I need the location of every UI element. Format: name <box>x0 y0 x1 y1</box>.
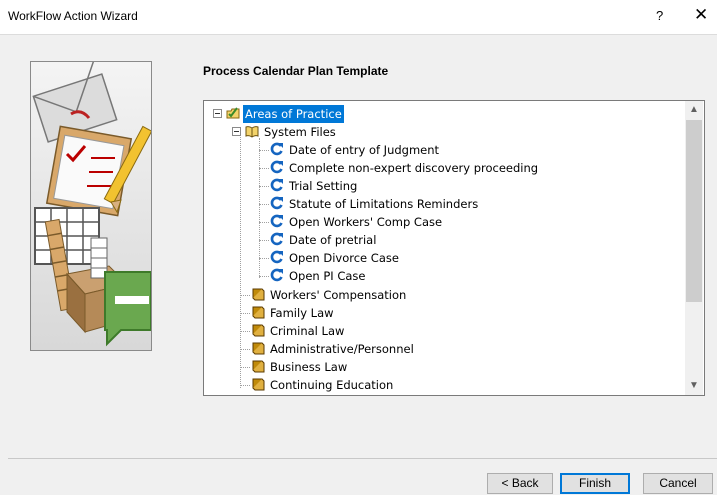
tree-node-label: Open PI Case <box>289 269 366 283</box>
tree-line <box>240 349 250 350</box>
finish-button[interactable]: Finish <box>560 473 630 494</box>
tree-node-plan[interactable]: Open Divorce Case <box>270 249 401 267</box>
scroll-up-arrow-icon[interactable]: ▲ <box>685 101 703 119</box>
tree-node-folder[interactable]: Administrative/Personnel <box>251 340 416 358</box>
refresh-calendar-icon <box>270 142 283 156</box>
tree-node-label: Statute of Limitations Reminders <box>289 197 479 211</box>
tree-line <box>259 204 269 205</box>
tree-line <box>259 150 269 151</box>
tree-node-plan[interactable]: Date of entry of Judgment <box>270 141 441 159</box>
closed-book-icon <box>252 342 265 355</box>
refresh-calendar-icon <box>270 178 283 192</box>
tree-node-label: Continuing Education <box>270 378 394 392</box>
cancel-button[interactable]: Cancel <box>643 473 713 494</box>
tree-node-label: Trial Setting <box>289 179 358 193</box>
tree-line <box>240 385 250 386</box>
footer-divider <box>8 458 717 459</box>
close-button[interactable]: ✕ <box>694 5 708 25</box>
tree-line <box>240 313 250 314</box>
tree-line <box>259 258 269 259</box>
tree-node-plan[interactable]: Complete non-expert discovery proceeding <box>270 159 540 177</box>
refresh-calendar-icon <box>270 214 283 228</box>
tree-node-label: Family Law <box>270 306 334 320</box>
closed-book-icon <box>252 306 265 319</box>
tree-node-areas-of-practice[interactable]: Areas of Practice <box>226 105 344 123</box>
refresh-calendar-icon <box>270 196 283 210</box>
window-title: WorkFlow Action Wizard <box>8 9 138 23</box>
tree-line <box>259 186 269 187</box>
tree-node-plan[interactable]: Statute of Limitations Reminders <box>270 195 480 213</box>
closed-book-icon <box>252 288 265 301</box>
tree-node-plan[interactable]: Open Workers' Comp Case <box>270 213 444 231</box>
open-folder-check-icon <box>226 107 240 119</box>
tree-node-label: Open Divorce Case <box>289 251 399 265</box>
closed-book-icon <box>252 324 265 337</box>
tree-line <box>240 295 250 296</box>
tree-content: Areas of Practice System Files Date of e… <box>204 101 684 395</box>
tree-node-folder[interactable]: Criminal Law <box>251 322 346 340</box>
open-book-icon <box>245 126 259 138</box>
calendar-grid-icon <box>34 207 100 265</box>
tree-node-system-files[interactable]: System Files <box>245 123 338 141</box>
page-title: Process Calendar Plan Template <box>203 64 389 78</box>
closed-book-icon <box>252 378 265 391</box>
tree-line <box>259 168 269 169</box>
refresh-calendar-icon <box>270 232 283 246</box>
refresh-calendar-icon <box>270 250 283 264</box>
tree-node-folder[interactable]: Business Law <box>251 358 349 376</box>
help-button[interactable]: ? <box>656 8 663 23</box>
refresh-calendar-icon <box>270 160 283 174</box>
tree-node-label: Date of entry of Judgment <box>289 143 440 157</box>
tree-node-label: Complete non-expert discovery proceeding <box>289 161 539 175</box>
tree-node-plan[interactable]: Open PI Case <box>270 267 368 285</box>
scrollbar-thumb[interactable] <box>686 120 702 302</box>
refresh-calendar-icon <box>270 268 283 282</box>
tree-node-folder[interactable]: Workers' Compensation <box>251 286 408 304</box>
tree-line <box>240 331 250 332</box>
tree-line <box>240 367 250 368</box>
tree-node-label: System Files <box>264 125 336 139</box>
tree-line <box>259 240 269 241</box>
plan-template-tree[interactable]: Areas of Practice System Files Date of e… <box>203 100 705 396</box>
tree-node-plan[interactable]: Trial Setting <box>270 177 359 195</box>
tree-node-plan[interactable]: Date of pretrial <box>270 231 378 249</box>
closed-book-icon <box>252 360 265 373</box>
tree-node-label: Open Workers' Comp Case <box>289 215 443 229</box>
wizard-art-image <box>31 62 151 350</box>
tree-node-label: Business Law <box>270 360 348 374</box>
tree-node-label: Date of pretrial <box>289 233 377 247</box>
tree-node-folder[interactable]: Continuing Education <box>251 376 395 394</box>
collapse-toggle-icon[interactable] <box>232 127 241 136</box>
tree-scrollbar[interactable]: ▲ ▼ <box>685 101 703 395</box>
tree-node-folder[interactable]: Family Law <box>251 304 336 322</box>
tree-line <box>259 138 260 278</box>
wizard-illustration <box>30 61 152 351</box>
tree-node-label: Administrative/Personnel <box>270 342 414 356</box>
tree-node-label: Criminal Law <box>270 324 345 338</box>
tree-line <box>259 222 269 223</box>
scroll-down-arrow-icon[interactable]: ▼ <box>685 377 703 395</box>
tree-node-label: Areas of Practice <box>243 105 344 123</box>
title-bar: WorkFlow Action Wizard ? ✕ <box>0 0 717 34</box>
tree-line <box>259 276 269 277</box>
tree-node-label: Workers' Compensation <box>270 288 407 302</box>
back-button[interactable]: < Back <box>487 473 553 494</box>
collapse-toggle-icon[interactable] <box>213 109 222 118</box>
title-divider <box>0 34 717 35</box>
